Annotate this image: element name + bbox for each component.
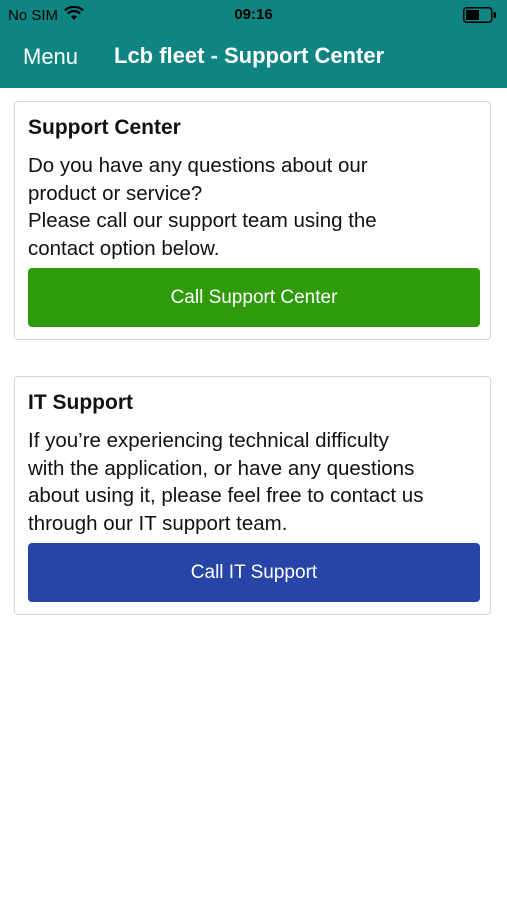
status-bar: No SIM 09:16 bbox=[0, 0, 507, 31]
description-line: with the application, or have any questi… bbox=[28, 456, 415, 480]
it-support-description: If you’re experiencing technical difficu… bbox=[28, 427, 483, 537]
description-line: If you’re experiencing technical difficu… bbox=[28, 429, 389, 452]
description-line: product or service? bbox=[28, 181, 203, 205]
description-line: contact option below. bbox=[28, 236, 220, 260]
description-line: Do you have any questions about our bbox=[28, 154, 368, 177]
description-line: through our IT support team. bbox=[28, 511, 288, 535]
description-line: Please call our support team using the bbox=[28, 209, 377, 232]
navigation-bar: Menu Lcb fleet - Support Center bbox=[0, 31, 507, 88]
call-it-support-button[interactable]: Call IT Support bbox=[28, 543, 480, 602]
menu-button[interactable]: Menu bbox=[23, 44, 78, 70]
support-center-card: Support Center Do you have any questions… bbox=[14, 101, 491, 340]
status-time: 09:16 bbox=[234, 6, 273, 23]
description-line: about using it, please feel free to cont… bbox=[28, 484, 424, 507]
support-center-description: Do you have any questions about our prod… bbox=[28, 152, 483, 262]
support-center-title: Support Center bbox=[28, 116, 181, 139]
call-support-center-button[interactable]: Call Support Center bbox=[28, 268, 480, 327]
page-title: Lcb fleet - Support Center bbox=[114, 43, 385, 68]
battery-icon bbox=[463, 7, 497, 23]
it-support-card: IT Support If you’re experiencing techni… bbox=[14, 376, 491, 615]
it-support-title: IT Support bbox=[28, 391, 133, 414]
